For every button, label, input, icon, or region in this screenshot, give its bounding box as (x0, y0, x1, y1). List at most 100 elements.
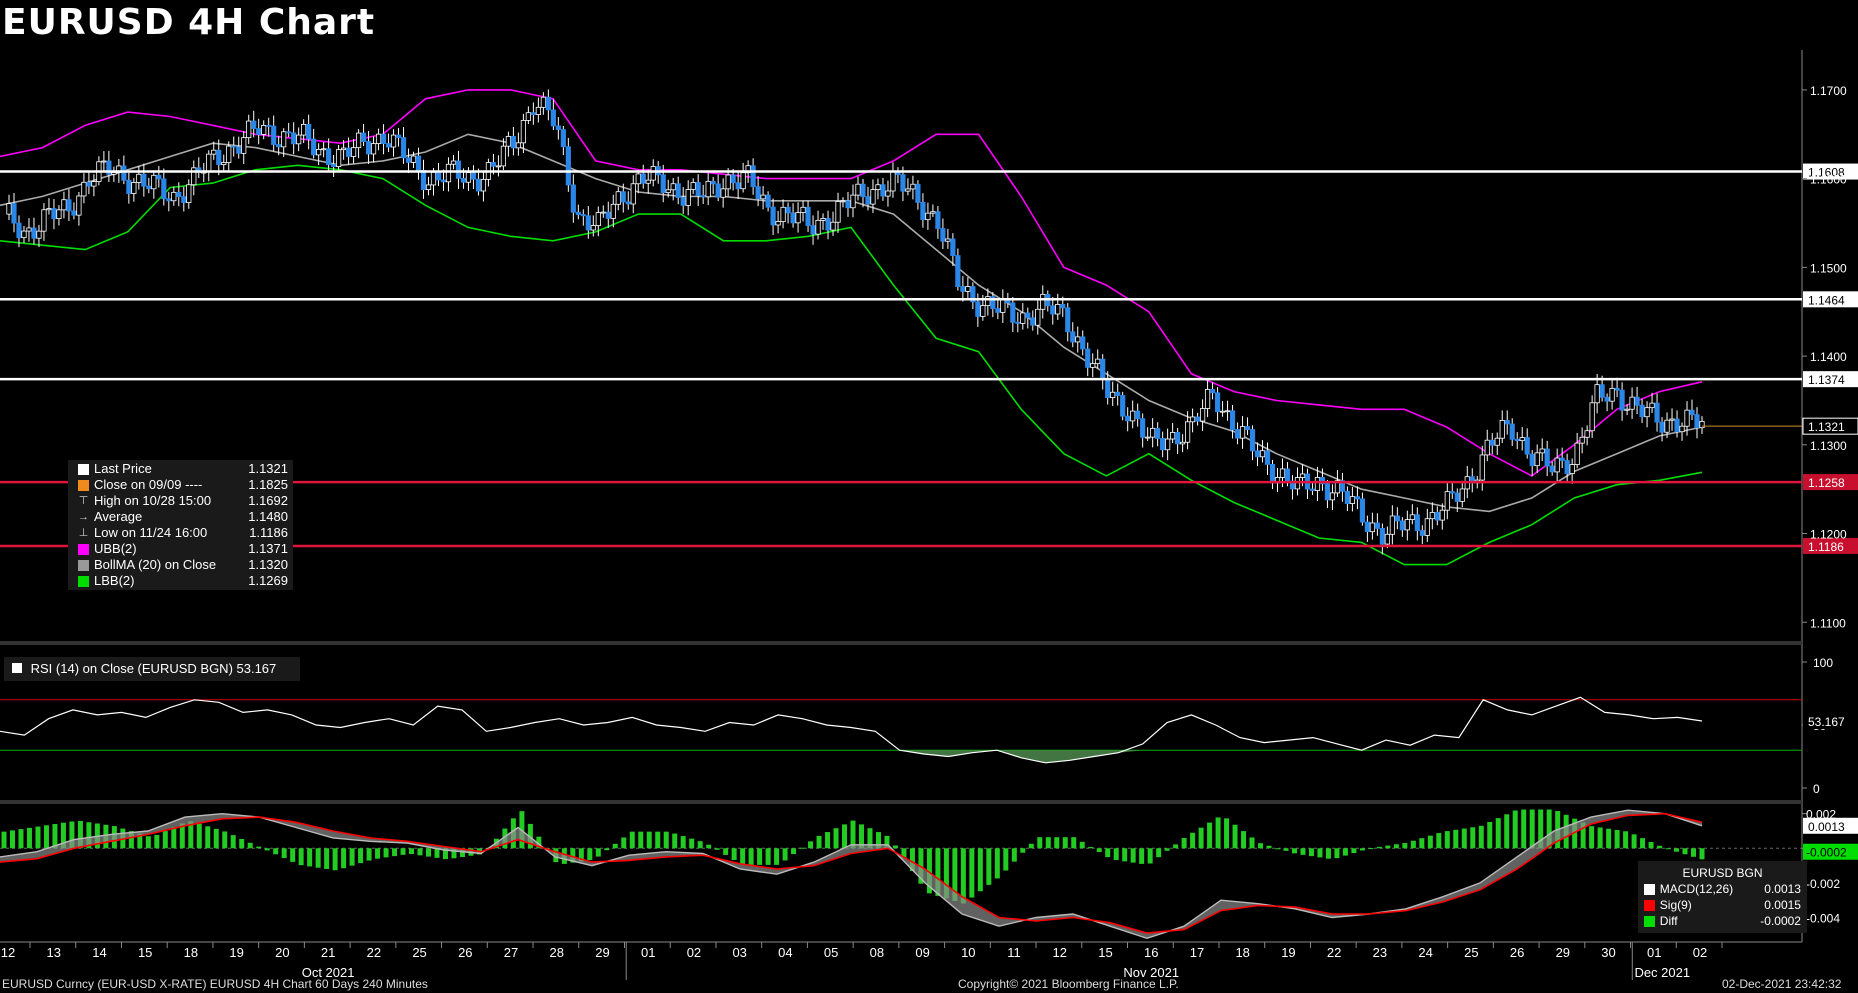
candle-body (1619, 389, 1625, 411)
candle-body (1624, 408, 1630, 411)
candle-body (156, 174, 162, 180)
candle-body (256, 128, 262, 135)
macd-hist-bar (1402, 843, 1408, 849)
macd-hist-bar (417, 848, 423, 856)
candle-body (595, 212, 601, 227)
candle-body (231, 145, 237, 148)
candle-body (1484, 439, 1490, 456)
candle-body (1669, 418, 1675, 421)
candle-body (141, 173, 147, 187)
diff-value-tag-label: -0.0002 (1806, 846, 1847, 860)
candle-body (770, 206, 776, 226)
macd-hist-bar (154, 834, 160, 849)
macd-hist-bar (145, 836, 151, 849)
time-tick-label: 01 (1647, 945, 1661, 960)
footer-copyright: Copyright© 2021 Bloomberg Finance L.P. (958, 977, 1179, 991)
candle-body (575, 211, 581, 215)
candle-body (1244, 426, 1251, 430)
macd-hist-bar (1419, 838, 1425, 849)
candle-body (1424, 518, 1430, 536)
price-tick-label: 1.1300 (1810, 439, 1847, 453)
candle-body (86, 181, 92, 187)
candle-body (645, 179, 651, 184)
sig-label: Sig(9) (1659, 898, 1692, 912)
candle-body (1234, 429, 1241, 439)
time-tick-label: 19 (229, 945, 243, 960)
price-legend-row: ⊤ High on 10/28 15:00 1.1692 (78, 493, 291, 509)
candle-body (1130, 410, 1136, 422)
candle-body (1040, 293, 1046, 310)
candle-body (975, 301, 981, 317)
macd-legend-row: Sig(9) 0.0015 (1644, 897, 1801, 913)
macd-hist-bar (1113, 848, 1119, 861)
candle-body (216, 149, 222, 165)
candle-body (580, 214, 586, 217)
candle-body (1185, 421, 1191, 443)
macd-hist-bar (595, 848, 601, 857)
macd-hist-bar (1241, 831, 1247, 849)
macd-hist-bar (1215, 817, 1221, 849)
macd-tick-label: -0.002 (1806, 877, 1840, 891)
macd-hist-bar (1139, 848, 1145, 864)
time-tick-label: 29 (1556, 945, 1570, 960)
macd-hist-bar (256, 846, 262, 849)
candle-body (1639, 404, 1645, 418)
macd-hist-bar (1606, 828, 1612, 849)
candle-body (735, 182, 741, 190)
macd-hist-bar (697, 841, 703, 849)
candle-body (1070, 331, 1076, 343)
candle-body (1524, 437, 1530, 455)
macd-hist-bar (1351, 848, 1357, 854)
candle-body (480, 178, 487, 192)
macd-hist-bar (1648, 841, 1654, 849)
candle-body (46, 208, 52, 211)
price-legend-value: 1.1692 (248, 493, 288, 508)
candle-body (920, 201, 926, 221)
macd-hist-bar (213, 828, 219, 849)
candle-body (226, 145, 232, 163)
candle-body (221, 162, 227, 165)
candle-body (945, 238, 951, 242)
macd-hist-bar (723, 848, 729, 855)
candle-body (610, 203, 616, 219)
price-legend: Last Price 1.1321 Close on 09/09 ---- 1.182… (68, 460, 293, 590)
macd-hist-bar (740, 848, 746, 865)
candle-body (440, 179, 447, 183)
candle-body (1085, 348, 1091, 368)
candle-body (850, 194, 856, 209)
candle-body (186, 184, 192, 203)
macd-value-tag-label: 0.0013 (1808, 820, 1845, 834)
candle-body (395, 134, 402, 138)
macd-hist-bar (1, 831, 7, 849)
candle-body (1155, 427, 1161, 439)
candle-body (1299, 473, 1306, 478)
candle-body (1569, 464, 1575, 474)
macd-hist-bar (1631, 834, 1637, 849)
candle-body (520, 120, 526, 144)
candle-body (1649, 402, 1655, 409)
macd-hist-bar (1173, 844, 1179, 849)
candle-body (915, 183, 921, 203)
candle-body (760, 194, 766, 200)
candle-body (1594, 384, 1600, 404)
macd-hist-bar (587, 848, 593, 861)
candle-body (261, 124, 267, 135)
macd-hist-bar (1147, 848, 1153, 864)
rsi-tick-label: 0 (1813, 782, 1820, 796)
candle-body (800, 206, 806, 214)
candle-body (286, 131, 292, 134)
diff-value: -0.0002 (1760, 914, 1801, 928)
candle-body (940, 228, 946, 242)
candle-body (510, 136, 517, 149)
macd-hist-bar (1657, 845, 1663, 849)
time-tick-label: 20 (275, 945, 289, 960)
macd-hist-bar (808, 841, 814, 849)
candle-body (860, 183, 866, 198)
red-square-icon (1644, 899, 1655, 911)
candle-body (865, 196, 871, 205)
candle-body (475, 178, 482, 192)
time-tick-label: 26 (1510, 945, 1524, 960)
high-marker-icon: ⊤ (78, 494, 89, 507)
time-tick-label: 27 (504, 945, 518, 960)
candle-body (16, 222, 22, 239)
